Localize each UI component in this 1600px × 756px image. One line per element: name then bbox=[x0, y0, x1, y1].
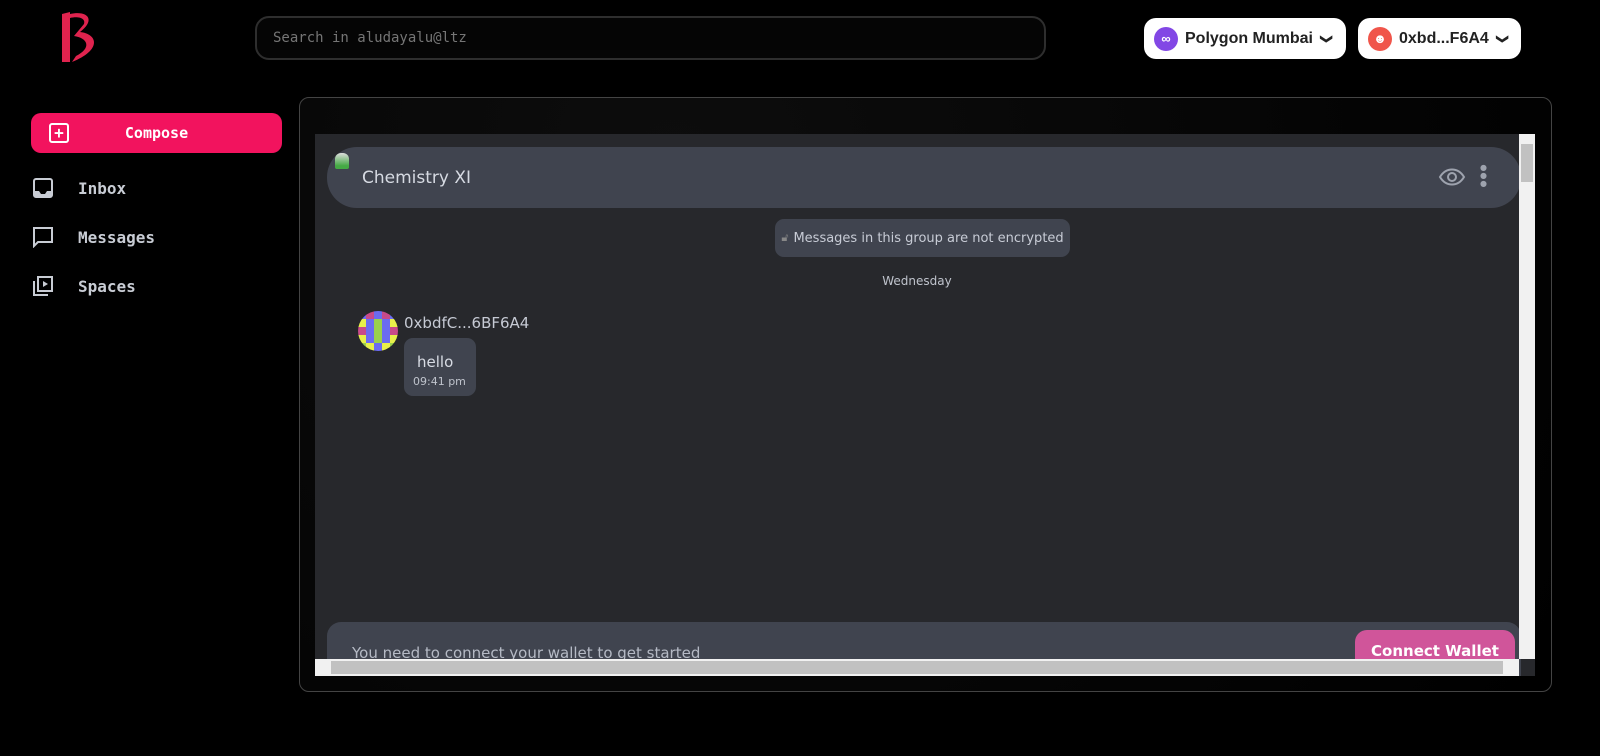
avatar-pixel bbox=[358, 311, 366, 319]
sidebar-item-label: Inbox bbox=[78, 178, 127, 198]
avatar-pixel bbox=[390, 311, 398, 319]
horizontal-scrollbar[interactable] bbox=[315, 659, 1519, 676]
avatar-pixel bbox=[390, 327, 398, 335]
network-selector[interactable]: ∞ Polygon Mumbai ❯ bbox=[1144, 18, 1346, 59]
inbox-icon bbox=[33, 178, 53, 198]
avatar-icon: ☻ bbox=[1368, 26, 1392, 51]
sidebar-item-label: Messages bbox=[78, 227, 156, 247]
sidebar-item-label: Spaces bbox=[78, 276, 136, 296]
avatar-pixel bbox=[374, 335, 382, 343]
avatar-pixel bbox=[366, 327, 374, 335]
eye-icon[interactable] bbox=[1438, 167, 1466, 187]
avatar-pixel bbox=[374, 343, 382, 351]
avatar-pixel bbox=[366, 311, 374, 319]
account-label: 0xbd...F6A4 bbox=[1399, 29, 1489, 47]
avatar-pixel bbox=[366, 343, 374, 351]
account-selector[interactable]: ☻ 0xbd...F6A4 ❯ bbox=[1358, 18, 1521, 59]
more-options-icon[interactable]: ● ● ● bbox=[1480, 164, 1487, 188]
avatar-pixel bbox=[358, 327, 366, 335]
search-input[interactable] bbox=[255, 16, 1046, 60]
avatar-pixel bbox=[366, 335, 374, 343]
compose-button[interactable]: + Compose bbox=[31, 113, 282, 153]
compose-label: Compose bbox=[124, 124, 189, 142]
sidebar-item-inbox[interactable]: Inbox bbox=[32, 177, 126, 199]
chat-header: Chemistry XI ● ● ● bbox=[327, 147, 1521, 208]
vertical-scrollbar[interactable] bbox=[1519, 134, 1535, 659]
sidebar-item-messages[interactable]: Messages bbox=[32, 226, 155, 248]
chevron-down-icon: ❯ bbox=[1320, 33, 1335, 44]
avatar-pixel bbox=[358, 335, 366, 343]
avatar-pixel bbox=[382, 327, 390, 335]
network-label: Polygon Mumbai bbox=[1185, 29, 1313, 47]
avatar-pixel bbox=[382, 343, 390, 351]
sidebar-item-spaces[interactable]: Spaces bbox=[32, 275, 136, 297]
group-title: Chemistry XI bbox=[362, 168, 472, 188]
avatar-pixel bbox=[390, 335, 398, 343]
message-bubble: hello 09:41 pm bbox=[404, 338, 476, 396]
avatar-pixel bbox=[358, 319, 366, 327]
chat-icon bbox=[33, 227, 53, 248]
avatar-pixel bbox=[366, 319, 374, 327]
sender-avatar[interactable] bbox=[358, 311, 398, 351]
chat-frame: Chemistry XI ● ● ● 🔓︎ Messages in this gro… bbox=[315, 134, 1535, 676]
group-image-icon bbox=[335, 153, 349, 169]
day-separator: Wednesday bbox=[882, 274, 952, 288]
logo[interactable] bbox=[58, 10, 102, 64]
avatar-pixel bbox=[390, 343, 398, 351]
video-library-icon bbox=[33, 276, 53, 296]
encryption-notice: 🔓︎ Messages in this group are not encryp… bbox=[775, 219, 1070, 257]
message-time: 09:41 pm bbox=[413, 375, 466, 388]
unlock-icon: 🔓︎ bbox=[781, 231, 789, 244]
avatar-pixel bbox=[374, 311, 382, 319]
avatar-pixel bbox=[382, 319, 390, 327]
avatar-pixel bbox=[358, 343, 366, 351]
chevron-down-icon: ❯ bbox=[1495, 33, 1510, 44]
avatar-pixel bbox=[382, 335, 390, 343]
avatar-pixel bbox=[374, 327, 382, 335]
plus-icon: + bbox=[49, 123, 69, 143]
avatar-pixel bbox=[374, 319, 382, 327]
polygon-icon: ∞ bbox=[1154, 26, 1178, 51]
message-text: hello bbox=[417, 353, 454, 371]
avatar-pixel bbox=[390, 319, 398, 327]
avatar-pixel bbox=[382, 311, 390, 319]
notice-text: Messages in this group are not encrypted bbox=[793, 230, 1064, 246]
sender-address[interactable]: 0xbdfC...6BF6A4 bbox=[404, 314, 529, 332]
